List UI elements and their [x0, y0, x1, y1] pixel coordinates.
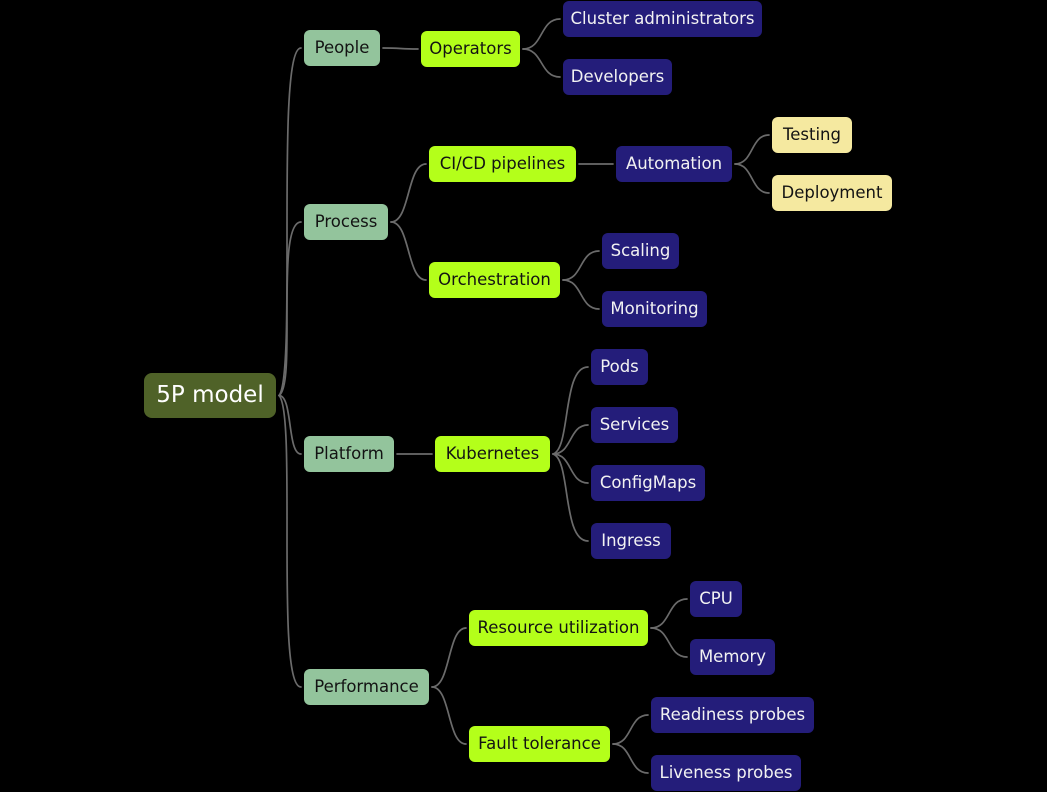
- mindmap-edge: [278, 47, 302, 397]
- mindmap-node-label: Memory: [698, 646, 767, 666]
- mindmap-node-label: Kubernetes: [445, 443, 540, 463]
- mindmap-node-label: Performance: [314, 676, 419, 696]
- mindmap-node-label: Pods: [600, 356, 639, 376]
- mindmap-edge: [522, 18, 561, 50]
- mindmap-edge: [278, 394, 302, 688]
- mindmap-node-platform[interactable]: Platform: [304, 436, 394, 472]
- mindmap-node-cicd-pipelines[interactable]: CI/CD pipelines: [429, 146, 576, 182]
- mindmap-node-people[interactable]: People: [304, 30, 380, 66]
- mindmap-node-root[interactable]: 5P model: [144, 373, 276, 418]
- mindmap-node-ingress[interactable]: Ingress: [591, 523, 671, 559]
- mindmap-edge: [382, 47, 419, 50]
- mindmap-edge: [612, 714, 649, 745]
- mindmap-node-operators[interactable]: Operators: [421, 31, 520, 67]
- mindmap-edge: [278, 394, 302, 455]
- mindmap-edge: [562, 250, 600, 281]
- mindmap-node-process[interactable]: Process: [304, 204, 388, 240]
- mindmap-edge: [734, 134, 770, 165]
- mindmap-node-fault-tolerance[interactable]: Fault tolerance: [469, 726, 610, 762]
- mindmap-node-label: Process: [314, 211, 378, 231]
- mindmap-node-performance[interactable]: Performance: [304, 669, 429, 705]
- mindmap-node-testing[interactable]: Testing: [772, 117, 852, 153]
- mindmap-edge: [552, 366, 589, 455]
- mindmap-node-pods[interactable]: Pods: [591, 349, 648, 385]
- mindmap-node-developers[interactable]: Developers: [563, 59, 672, 95]
- mindmap-edge: [390, 221, 427, 281]
- mindmap-node-orchestration[interactable]: Orchestration: [429, 262, 560, 298]
- mindmap-edge: [552, 453, 589, 484]
- mindmap-node-label: Platform: [314, 443, 384, 463]
- mindmap-node-label: Operators: [429, 38, 512, 58]
- mindmap-edge: [650, 627, 688, 658]
- mindmap-node-cpu[interactable]: CPU: [690, 581, 742, 617]
- mindmap-node-label: Readiness probes: [659, 704, 806, 724]
- mindmap-node-liveness-probes[interactable]: Liveness probes: [651, 755, 801, 791]
- mindmap-edge: [431, 627, 467, 688]
- mindmap-node-label: Fault tolerance: [478, 733, 601, 753]
- mindmap-canvas: 5P model People Operators Cluster administr…: [0, 0, 1047, 792]
- mindmap-node-label: Deployment: [781, 182, 883, 202]
- mindmap-edge: [552, 424, 589, 455]
- mindmap-node-label: Automation: [625, 153, 723, 173]
- mindmap-node-label: Developers: [570, 66, 665, 86]
- mindmap-edge: [390, 163, 427, 223]
- mindmap-node-label: Ingress: [601, 530, 661, 550]
- mindmap-edge: [734, 163, 770, 194]
- mindmap-node-monitoring[interactable]: Monitoring: [602, 291, 707, 327]
- mindmap-edge: [562, 279, 600, 310]
- mindmap-node-cluster-administrators[interactable]: Cluster administrators: [563, 1, 762, 37]
- mindmap-edge: [612, 743, 649, 774]
- mindmap-edge: [278, 221, 302, 397]
- mindmap-node-scaling[interactable]: Scaling: [602, 233, 679, 269]
- mindmap-node-services[interactable]: Services: [591, 407, 678, 443]
- mindmap-node-label: Resource utilization: [477, 617, 640, 637]
- mindmap-node-resource-utilization[interactable]: Resource utilization: [469, 610, 648, 646]
- mindmap-node-label: ConfigMaps: [599, 472, 697, 492]
- mindmap-node-label: CPU: [699, 588, 733, 608]
- mindmap-node-label: 5P model: [156, 382, 264, 408]
- mindmap-node-label: Services: [599, 414, 670, 434]
- mindmap-node-label: Cluster administrators: [570, 8, 755, 28]
- mindmap-node-memory[interactable]: Memory: [690, 639, 775, 675]
- mindmap-node-configmaps[interactable]: ConfigMaps: [591, 465, 705, 501]
- mindmap-edge: [552, 453, 589, 542]
- mindmap-node-deployment[interactable]: Deployment: [772, 175, 892, 211]
- mindmap-node-readiness-probes[interactable]: Readiness probes: [651, 697, 814, 733]
- mindmap-edge: [522, 48, 561, 78]
- mindmap-node-label: Scaling: [610, 240, 671, 260]
- mindmap-node-label: Liveness probes: [659, 762, 793, 782]
- mindmap-node-label: Testing: [782, 124, 841, 144]
- mindmap-node-label: Monitoring: [610, 298, 699, 318]
- mindmap-edge: [431, 686, 467, 745]
- mindmap-node-kubernetes[interactable]: Kubernetes: [435, 436, 550, 472]
- mindmap-node-label: Orchestration: [438, 269, 551, 289]
- mindmap-edge: [650, 598, 688, 629]
- mindmap-node-label: CI/CD pipelines: [439, 153, 566, 173]
- mindmap-node-automation[interactable]: Automation: [616, 146, 732, 182]
- mindmap-node-label: People: [314, 37, 370, 57]
